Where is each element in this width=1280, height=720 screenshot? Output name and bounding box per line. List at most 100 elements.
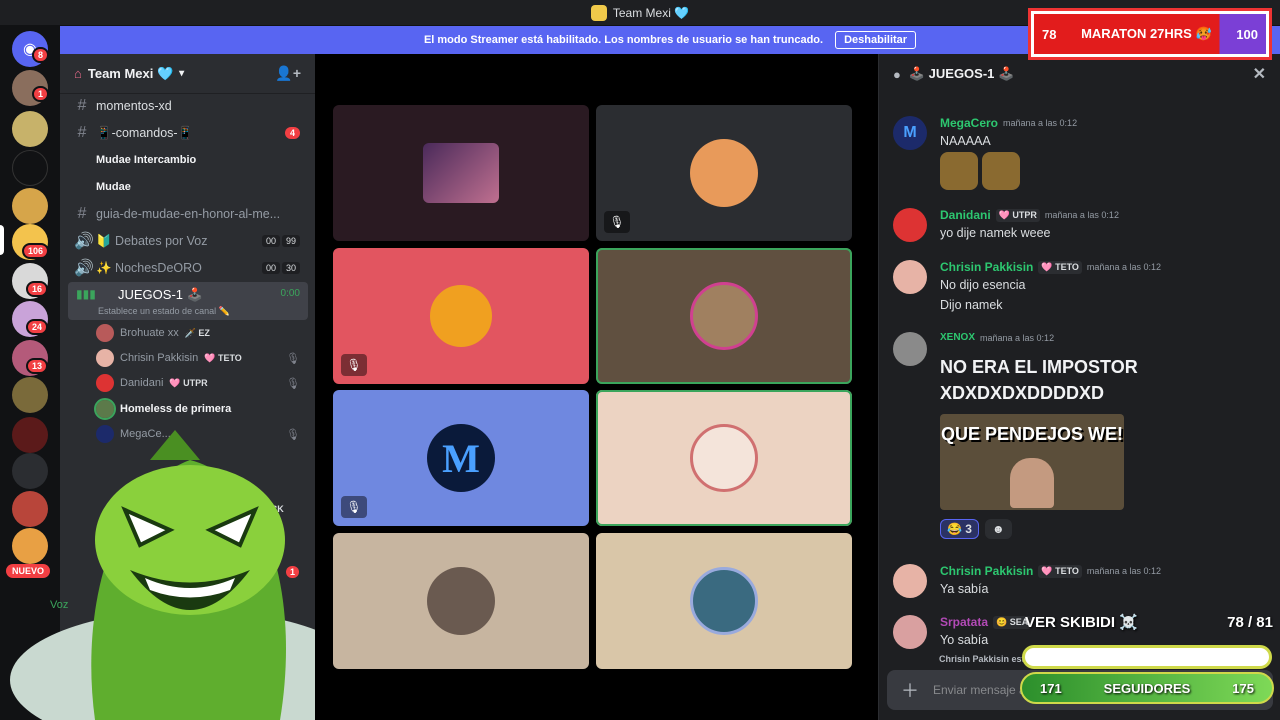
reaction-laugh[interactable]: 😂 3 xyxy=(940,519,979,539)
voice-member[interactable]: Chrisin Pakkisin 🩷 TETO 🎙 xyxy=(96,347,300,369)
participant-tile[interactable]: 🎙 xyxy=(333,248,589,384)
avatar xyxy=(690,567,758,635)
avatar[interactable] xyxy=(893,564,927,598)
participant-tile-speaking[interactable] xyxy=(596,390,852,526)
server-icon[interactable] xyxy=(12,377,48,413)
guild-header[interactable]: ⌂ Team Mexi 🩵 ▾ 👤+ xyxy=(60,54,315,94)
participant-tile[interactable]: M 🎙 xyxy=(333,390,589,526)
add-attachment-icon[interactable]: ＋ xyxy=(901,677,919,703)
skibidi-count: 78 / 81 xyxy=(1227,613,1273,631)
server-icon[interactable] xyxy=(12,111,48,147)
avatar[interactable]: M xyxy=(893,116,927,150)
author-name[interactable]: XENOX xyxy=(940,332,975,343)
avatar xyxy=(423,143,499,203)
message-text: NAAAAA xyxy=(940,134,991,148)
muted-icon: 🎙 xyxy=(286,352,300,365)
duck-sticker xyxy=(940,152,1024,192)
avatar[interactable] xyxy=(893,260,927,294)
gif-person xyxy=(1010,458,1054,508)
skibidi-goal-overlay: VER SKIBIDI ☠️ 78 / 81 xyxy=(1025,610,1273,634)
channel-momentos[interactable]: # momentos-xd xyxy=(68,94,308,118)
user-count: 00 99 xyxy=(261,235,300,247)
banner-text: El modo Streamer está habilitado. Los no… xyxy=(423,34,824,46)
author-name[interactable]: Srpatata xyxy=(940,615,988,629)
reactions: 😂 3 ☻ xyxy=(940,519,1012,539)
server-icon[interactable] xyxy=(12,188,48,224)
avatar xyxy=(427,567,495,635)
message-text: yo dije namek weee xyxy=(940,226,1051,240)
voice-timer: 0:00 xyxy=(280,288,300,299)
avatar xyxy=(690,139,758,207)
thread-mudae[interactable]: Mudae xyxy=(96,181,131,193)
author-name[interactable]: Chrisin Pakkisin xyxy=(940,260,1033,274)
participant-tile[interactable]: 🎙 xyxy=(596,105,852,241)
role-tag: 🩷 UTPR xyxy=(995,208,1040,222)
voice-channel-noches[interactable]: 🔊 ✨ NochesDeORO 00 30 xyxy=(68,256,308,280)
avatar[interactable] xyxy=(893,332,927,366)
message-text: NO ERA EL IMPOSTOR xyxy=(940,357,1138,377)
timestamp: mañana a las 0:12 xyxy=(1003,118,1078,128)
home-badge: 8 xyxy=(32,47,50,63)
member-tag: 🩷 UTPR xyxy=(169,377,208,388)
server-badge: 16 xyxy=(26,281,49,297)
voice-channel-juegos-active[interactable]: ▮▮▮ JUEGOS-1 🕹️ 0:00 Establece un estado… xyxy=(68,282,308,320)
author-name[interactable]: MegaCero xyxy=(940,116,998,130)
marathon-label: MARATON 27HRS 🥵 xyxy=(1081,26,1212,41)
server-icon-europa[interactable] xyxy=(12,150,48,186)
avatar[interactable] xyxy=(893,208,927,242)
guild-name: Team Mexi 🩵 xyxy=(87,65,174,81)
author-name[interactable]: Chrisin Pakkisin xyxy=(940,564,1033,578)
timestamp: mañana a las 0:12 xyxy=(1044,210,1119,220)
skibidi-progress-bar xyxy=(1022,645,1272,669)
channel-label: 📱-comandos-📱 xyxy=(96,125,194,140)
participant-tile[interactable] xyxy=(333,105,589,241)
message-text: Dijo namek xyxy=(940,298,1003,312)
unread-badge: 4 xyxy=(284,127,300,139)
avatar[interactable] xyxy=(893,615,927,649)
followers-current: 171 xyxy=(1040,680,1062,696)
followers-goal: 175 xyxy=(1232,680,1254,696)
member-name: Homeless de primera xyxy=(120,403,232,415)
voice-member[interactable]: Homeless de primera xyxy=(94,398,232,420)
close-icon[interactable]: ✕ xyxy=(1253,64,1266,84)
muted-mic-icon: 🎙 xyxy=(604,211,630,233)
participant-tile[interactable] xyxy=(333,533,589,669)
participant-tile-speaking[interactable] xyxy=(596,248,852,384)
disable-streamer-button[interactable]: Deshabilitar xyxy=(835,31,917,49)
voice-member[interactable]: Danidani 🩷 UTPR 🎙 xyxy=(96,372,300,394)
gif-attachment[interactable]: QUE PENDEJOS WE! xyxy=(940,414,1124,510)
add-user-icon[interactable]: 👤+ xyxy=(275,65,301,82)
channel-status[interactable]: Establece un estado de canal ✏️ xyxy=(98,306,230,317)
author-name[interactable]: Danidani xyxy=(940,208,991,222)
server-badge: 106 xyxy=(22,243,50,259)
timestamp: mañana a las 0:12 xyxy=(1086,262,1161,272)
add-reaction-icon[interactable]: ☻ xyxy=(984,519,1012,539)
member-name: Brohuate xx xyxy=(120,327,179,339)
hash-icon: # xyxy=(77,124,87,141)
member-tag: 🗡️ EZ xyxy=(184,327,210,338)
server-badge: 13 xyxy=(26,358,49,374)
gif-caption: QUE PENDEJOS WE! xyxy=(940,424,1124,444)
avatar xyxy=(96,349,114,367)
voice-member[interactable]: Brohuate xx 🗡️ EZ xyxy=(96,322,210,344)
timestamp: mañana a las 0:12 xyxy=(980,332,1055,343)
thread-mudae-intercambio[interactable]: Mudae Intercambio xyxy=(96,154,196,166)
channel-comandos[interactable]: # 📱-comandos-📱 4 xyxy=(68,121,308,145)
hash-icon: # xyxy=(77,205,87,222)
member-name: Chrisin Pakkisin xyxy=(120,352,199,364)
channel-label: JUEGOS-1 🕹️ xyxy=(118,287,203,302)
participant-tile[interactable] xyxy=(596,533,852,669)
marathon-overlay: 78 MARATON 27HRS 🥵 100 xyxy=(1028,8,1272,60)
voice-channel-debates[interactable]: 🔊 🔰 Debates por Voz 00 99 xyxy=(68,229,308,253)
followers-label: SEGUIDORES xyxy=(1103,680,1191,696)
chat-header: ● 🕹️ JUEGOS-1 🕹️ ✕ xyxy=(879,54,1280,94)
server-badge: 24 xyxy=(26,319,49,335)
followers-goal-bar: 171 SEGUIDORES 175 xyxy=(1020,672,1274,704)
chat-title: 🕹️ JUEGOS-1 🕹️ xyxy=(908,66,1015,81)
avatar xyxy=(94,398,116,420)
member-tag: 🩷 TETO xyxy=(204,352,242,363)
video-grid: 🎙 🎙 M 🎙 xyxy=(315,54,878,720)
channel-label: momentos-xd xyxy=(96,99,172,113)
member-name: Danidani xyxy=(120,377,164,389)
channel-guia-mudae[interactable]: # guia-de-mudae-en-honor-al-me... xyxy=(68,202,308,226)
